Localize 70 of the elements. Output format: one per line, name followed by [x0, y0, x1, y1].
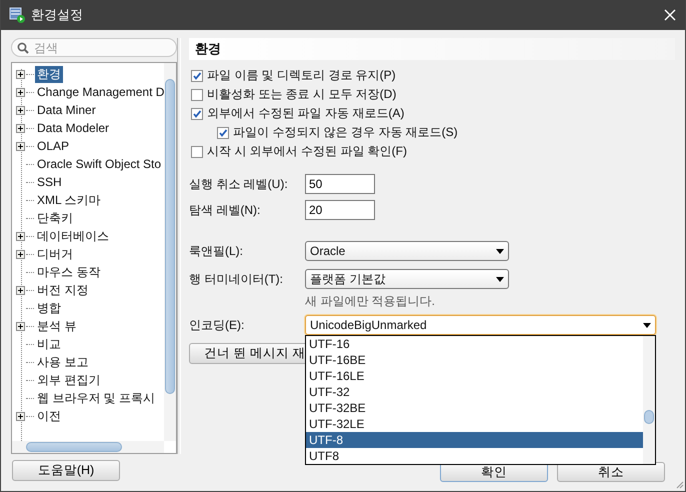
expand-icon[interactable]: [16, 142, 25, 150]
tree-item[interactable]: 분석 뷰: [35, 318, 78, 334]
expand-icon[interactable]: [16, 88, 25, 96]
expand-icon[interactable]: [16, 286, 25, 294]
caret-icon: [643, 322, 651, 328]
caret-icon: [496, 248, 504, 254]
tree-item[interactable]: 디버거: [35, 246, 75, 262]
expand-icon[interactable]: [16, 250, 25, 258]
field-label: 룩앤필(L):: [189, 242, 244, 260]
checkbox[interactable]: [191, 108, 203, 120]
resize-grip-icon[interactable]: [674, 479, 684, 489]
dropdown[interactable]: 플랫폼 기본값: [305, 269, 509, 289]
checkbox-label: 시작 시 외부에서 수정된 파일 확인(F): [207, 143, 407, 160]
tree-item[interactable]: 이전: [35, 408, 63, 424]
checkbox-label: 외부에서 수정된 파일 자동 재로드(A): [207, 105, 404, 122]
caret-icon: [496, 276, 504, 282]
dropdown-option[interactable]: UTF-16LE: [306, 368, 643, 384]
number-field[interactable]: 20: [305, 200, 375, 220]
tree-item[interactable]: 비교: [35, 336, 63, 352]
number-field[interactable]: 50: [305, 174, 375, 194]
tree-item[interactable]: XML 스키마: [35, 192, 103, 208]
tree-item[interactable]: 마우스 동작: [35, 264, 102, 280]
dropdown-option[interactable]: UTF-32LE: [306, 416, 643, 432]
expand-icon[interactable]: [16, 322, 25, 330]
expand-icon[interactable]: [16, 232, 25, 240]
window-title: 환경설정: [31, 6, 84, 24]
tree-item[interactable]: SSH: [35, 175, 64, 189]
checkbox[interactable]: [191, 88, 203, 100]
hint-text: 새 파일에만 적용됩니다.: [305, 294, 436, 308]
list-scrollbar[interactable]: [643, 336, 655, 464]
close-icon[interactable]: [663, 8, 677, 22]
search-field[interactable]: 검색: [11, 38, 177, 57]
tree-item[interactable]: 외부 편집기: [35, 372, 102, 388]
tree-item[interactable]: Change Management D: [35, 85, 164, 99]
tree-item[interactable]: Oracle Swift Object Sto: [35, 157, 164, 171]
tree-item[interactable]: Data Miner: [35, 103, 98, 117]
checkbox[interactable]: [217, 126, 229, 138]
expand-icon[interactable]: [16, 124, 25, 132]
tree-item[interactable]: 데이터베이스: [35, 228, 111, 244]
dropdown-option[interactable]: UTF-32: [306, 384, 643, 400]
checkbox[interactable]: [191, 146, 203, 158]
dropdown[interactable]: Oracle: [305, 241, 509, 261]
checkbox-label: 파일이 수정되지 않은 경우 자동 재로드(S): [233, 124, 458, 141]
checkbox[interactable]: [191, 70, 203, 82]
field-label: 행 터미네이터(T):: [189, 270, 284, 288]
field-label: 실행 취소 레벨(U):: [189, 176, 289, 192]
tree-item[interactable]: OLAP: [35, 139, 72, 153]
tree-item[interactable]: 웹 브라우저 및 프록시: [35, 390, 158, 406]
tree-item[interactable]: 버전 지정: [35, 282, 90, 298]
expand-icon[interactable]: [16, 106, 25, 114]
field-label: 탐색 레벨(N):: [189, 202, 262, 218]
tree-item[interactable]: 단축키: [35, 210, 75, 226]
tree-item[interactable]: 병합: [35, 300, 63, 316]
horizontal-scrollbar[interactable]: [12, 441, 164, 453]
vertical-scrollbar[interactable]: [164, 63, 176, 441]
dropdown-option[interactable]: UTF-32BE: [306, 400, 643, 416]
dropdown-option[interactable]: UTF-8: [306, 432, 643, 448]
search-icon: [17, 42, 29, 54]
checkbox-label: 파일 이름 및 디렉토리 경로 유지(P): [207, 67, 396, 84]
app-icon: [9, 7, 25, 23]
field-label: 인코딩(E):: [189, 316, 246, 334]
expand-icon[interactable]: [16, 70, 25, 78]
expand-icon[interactable]: [16, 412, 25, 420]
help-button[interactable]: 도움말(H): [12, 460, 120, 481]
tree-item[interactable]: 환경: [35, 66, 63, 82]
checkbox-label: 비활성화 또는 종료 시 모두 저장(D): [207, 86, 396, 103]
tree-item[interactable]: 사용 보고: [35, 354, 90, 370]
section-title: 환경: [189, 38, 675, 60]
dropdown-option[interactable]: UTF8: [306, 448, 643, 464]
tree-item[interactable]: Data Modeler: [35, 121, 112, 135]
